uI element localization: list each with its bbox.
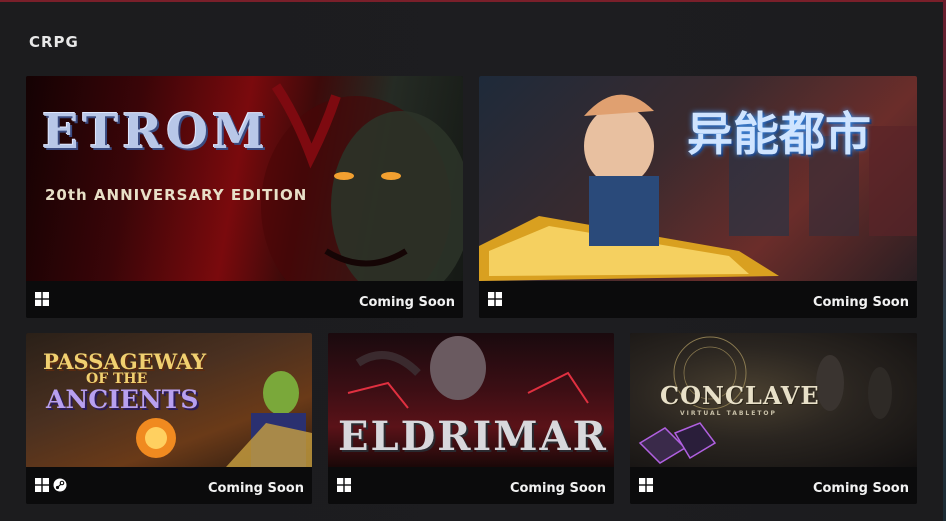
- release-status: Coming Soon: [358, 295, 455, 310]
- release-status: Coming Soon: [812, 481, 909, 496]
- release-status: Coming Soon: [207, 481, 304, 496]
- windows-icon: [35, 478, 49, 492]
- windows-icon: [488, 292, 502, 306]
- card-footer: Coming Soon: [328, 467, 614, 504]
- section-title: CRPG: [29, 33, 79, 51]
- game-capsule-image: 异能都市: [479, 76, 917, 281]
- windows-icon: [35, 292, 49, 306]
- game-logo-title: 异能都市: [687, 107, 871, 161]
- release-status: Coming Soon: [812, 295, 909, 310]
- platform-icons: [488, 292, 502, 306]
- windows-icon: [639, 478, 653, 492]
- game-logo-title-line-3: ANCIENTS: [46, 385, 199, 414]
- release-status: Coming Soon: [509, 481, 606, 496]
- game-logo-subtitle: VIRTUAL TABLETOP: [680, 410, 777, 417]
- game-logo-title: ELDRIMAR: [338, 413, 608, 460]
- windows-icon: [337, 478, 351, 492]
- platform-icons: [35, 292, 49, 306]
- game-capsule-image: PASSAGEWAY OF THE ANCIENTS: [26, 333, 312, 467]
- platform-icons: [639, 478, 653, 492]
- game-logo-subtitle: 20th ANNIVERSARY EDITION: [45, 186, 308, 204]
- card-footer: Coming Soon: [26, 467, 312, 504]
- game-card-yineng-dushi[interactable]: 异能都市 Coming Soon: [479, 76, 917, 318]
- game-logo-title: ETROM: [42, 104, 270, 160]
- game-card-etrom[interactable]: ETROM 20th ANNIVERSARY EDITION Coming So…: [26, 76, 463, 318]
- platform-icons: [35, 478, 67, 492]
- card-footer: Coming Soon: [630, 467, 917, 504]
- game-capsule-image: ETROM 20th ANNIVERSARY EDITION: [26, 76, 463, 281]
- card-footer: Coming Soon: [479, 281, 917, 318]
- game-capsule-image: ELDRIMAR: [328, 333, 614, 467]
- game-card-conclave[interactable]: CONCLAVE VIRTUAL TABLETOP Coming Soon: [630, 333, 917, 504]
- game-card-eldrimar[interactable]: ELDRIMAR Coming Soon: [328, 333, 614, 504]
- platform-icons: [337, 478, 351, 492]
- game-logo-title: CONCLAVE: [660, 381, 820, 410]
- game-card-passageway-of-the-ancients[interactable]: PASSAGEWAY OF THE ANCIENTS Coming Soon: [26, 333, 312, 504]
- steam-icon: [53, 478, 67, 492]
- game-capsule-image: CONCLAVE VIRTUAL TABLETOP: [630, 333, 917, 467]
- card-footer: Coming Soon: [26, 281, 463, 318]
